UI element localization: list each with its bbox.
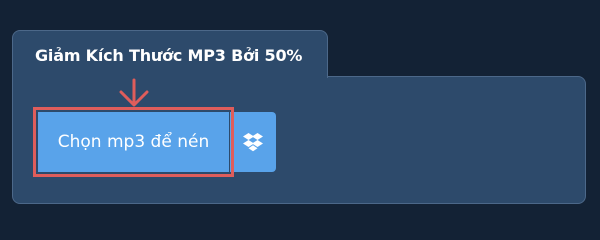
tab-join	[13, 74, 327, 78]
down-arrow-annotation	[119, 78, 149, 107]
dropbox-icon	[243, 133, 263, 152]
page: Giảm Kích Thước MP3 Bởi 50% Chọn mp3 để …	[0, 0, 600, 230]
panel-tab: Giảm Kích Thước MP3 Bởi 50%	[12, 30, 328, 78]
highlight-box	[33, 107, 234, 177]
panel-title: Giảm Kích Thước MP3 Bởi 50%	[35, 46, 303, 65]
dropbox-button[interactable]	[230, 112, 276, 172]
